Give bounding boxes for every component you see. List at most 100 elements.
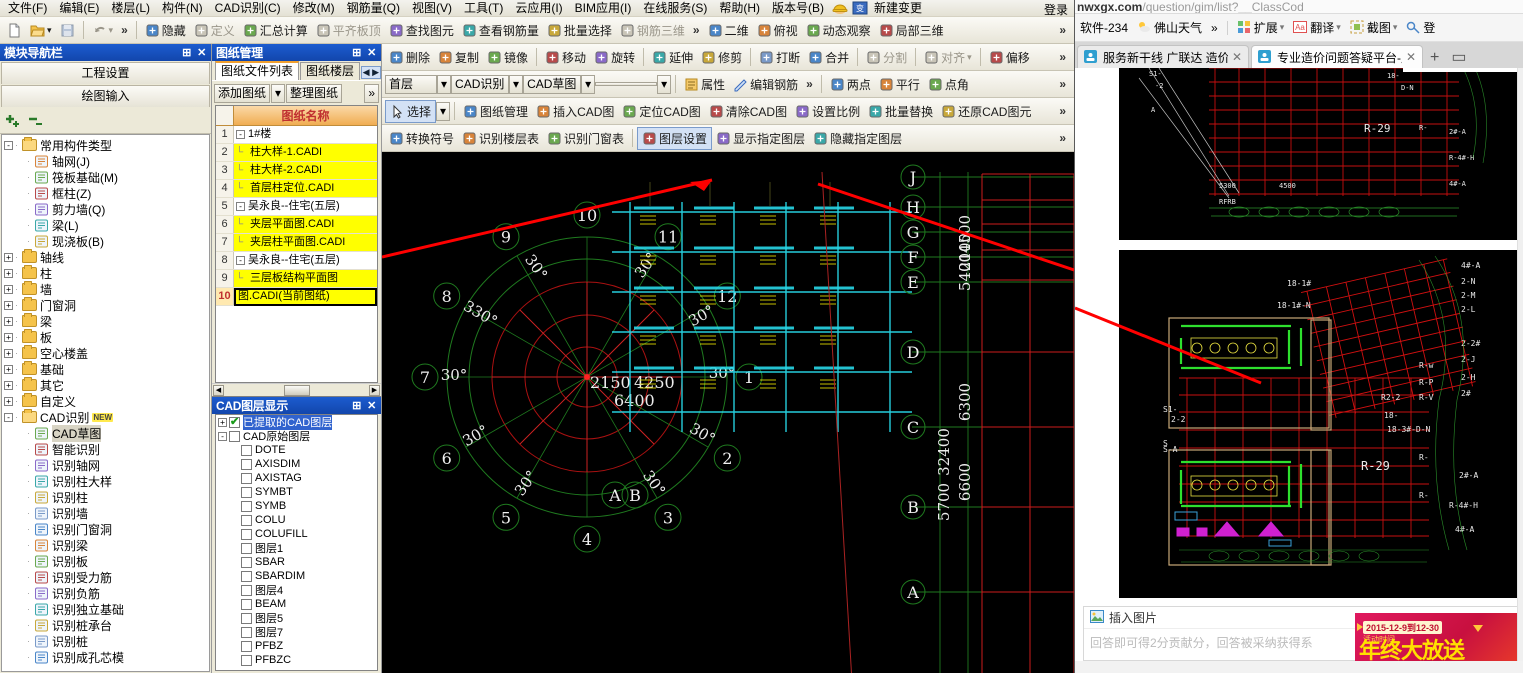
layer-row-14[interactable]: 图层5 xyxy=(216,611,377,625)
bookmark-item-weather[interactable]: 佛山天气 xyxy=(1134,18,1205,37)
cad-batch-replace-icon[interactable]: 批量替换 xyxy=(864,101,937,122)
nav-tree-item-11[interactable]: + · 梁 xyxy=(2,313,209,329)
new-tab-button[interactable]: + xyxy=(1425,48,1444,68)
layer-row-17[interactable]: PFBZC xyxy=(216,653,377,667)
drawing-row-2[interactable]: 3 └ 柱大样-2.CADI xyxy=(216,162,377,180)
view-orbit-icon[interactable]: 动态观察 xyxy=(802,20,875,41)
layer-row-13[interactable]: BEAM xyxy=(216,597,377,611)
tab-list-icon[interactable]: ▭ xyxy=(1446,48,1471,68)
nav-tree-item-16[interactable]: + · 自定义 xyxy=(2,393,209,409)
layer-row-16[interactable]: PFBZ xyxy=(216,639,377,653)
layer-checkbox[interactable] xyxy=(229,415,240,428)
browser-tab-1[interactable]: 专业造价问题答疑平台-广联 ✕ xyxy=(1251,45,1423,68)
modify-mirror-icon[interactable]: 镜像 xyxy=(483,47,532,68)
add-drawing-dropdown[interactable]: ▾ xyxy=(271,83,286,103)
expand-icon[interactable]: + xyxy=(218,417,227,427)
layer-checkbox[interactable] xyxy=(241,640,252,652)
toolbar-rebar-view-icon[interactable]: 查看钢筋量 xyxy=(458,20,543,41)
pin-icon[interactable]: ⊞ xyxy=(349,46,364,59)
ad-banner[interactable]: 2015-12-9到12-30 活动时间 年终大放送 xyxy=(1355,613,1523,661)
nav-tree-item-19[interactable]: · 智能识别 xyxy=(2,441,209,457)
expand-icon[interactable]: + xyxy=(4,332,13,342)
edit-rebar-button[interactable]: 编辑钢筋 xyxy=(729,74,802,95)
organize-drawing-button[interactable]: 整理图纸 xyxy=(286,83,343,103)
add-drawing-button[interactable]: 添加图纸 xyxy=(214,83,271,103)
close-tab-icon[interactable]: ✕ xyxy=(1232,50,1242,64)
expand-icon[interactable]: + xyxy=(4,284,13,294)
bookmark-item-software[interactable]: 软件-234 xyxy=(1077,18,1131,37)
cad-drawing-manager-icon[interactable]: 图纸管理 xyxy=(459,101,532,122)
expand-icon[interactable]: + xyxy=(4,252,13,262)
nav-tree-item-8[interactable]: + · 柱 xyxy=(2,265,209,281)
drawing-row-cell[interactable]: └ 三层板结构平面图 xyxy=(234,270,377,287)
nav-tree-item-4[interactable]: · 剪力墙(Q) xyxy=(2,201,209,217)
component-tree[interactable]: - · 常用构件类型 · 轴网(J) · 筏板基础(M) · 框柱(Z) · 剪力墙(Q) · 梁(L)… xyxy=(1,134,210,672)
layer-checkbox[interactable] xyxy=(241,654,252,666)
collapse-icon[interactable]: - xyxy=(236,202,245,211)
post-image-2[interactable]: 18-1# 18-1#-N R-29 R2-2 18- 18-3#-D-N R-w R-… xyxy=(1119,250,1523,598)
layer-row-12[interactable]: 图层4 xyxy=(216,583,377,597)
layer-row-15[interactable]: 图层7 xyxy=(216,625,377,639)
nav-tree-item-29[interactable]: · 识别独立基础 xyxy=(2,601,209,617)
cad-restore-cad-icon[interactable]: 还原CAD图元 xyxy=(937,101,1035,122)
extensions-button[interactable]: 扩展 ▾ xyxy=(1234,18,1288,37)
modify-move-icon[interactable]: 移动 xyxy=(541,47,590,68)
modify-break-icon[interactable]: 打断 xyxy=(755,47,804,68)
nav-tree-item-6[interactable]: · 现浇板(B) xyxy=(2,233,209,249)
menu-item-5[interactable]: 修改(M) xyxy=(287,0,341,16)
post-image-1[interactable]: S1- -2 A R-29 18- D-N R- 2#-A R-4#-H 4#-A 530… xyxy=(1119,68,1523,240)
drawing-row-cell[interactable]: └ 首层柱定位.CADI xyxy=(234,180,377,197)
menu-item-12[interactable]: 帮助(H) xyxy=(713,0,766,16)
modify-extend-icon[interactable]: 延伸 xyxy=(648,47,697,68)
expand-icon[interactable]: + xyxy=(4,268,13,278)
tab-drawing-floor[interactable]: 图纸楼层 xyxy=(300,62,361,80)
nav-tree-item-30[interactable]: · 识别桩承台 xyxy=(2,617,209,633)
pin-icon[interactable]: ⊞ xyxy=(179,46,194,59)
layer-row-0[interactable]: +已提取的CAD图层 xyxy=(216,415,377,430)
close-tab-icon[interactable]: ✕ xyxy=(1406,50,1416,64)
collapse-icon[interactable]: - xyxy=(4,140,13,150)
menu-item-9[interactable]: 云应用(I) xyxy=(509,0,568,16)
pin-icon[interactable]: ⊞ xyxy=(349,399,364,412)
drawing-row-3[interactable]: 4 └ 首层柱定位.CADI xyxy=(216,180,377,198)
nav-tree-item-14[interactable]: + · 基础 xyxy=(2,361,209,377)
nav-tree-item-13[interactable]: + · 空心楼盖 xyxy=(2,345,209,361)
address-bar[interactable]: nwxgx.com /question/gim/list?__ClassCod xyxy=(1075,0,1523,14)
nav-tree-item-21[interactable]: · 识别柱大样 xyxy=(2,473,209,489)
toolbar-rebar-3d-icon[interactable]: 钢筋三维 xyxy=(616,20,689,41)
drawing-row-9[interactable]: 10 图.CADI(当前图纸) xyxy=(216,287,377,306)
layer-row-1[interactable]: - CAD原始图层 xyxy=(216,429,377,443)
layer-checkbox[interactable] xyxy=(241,570,252,582)
menu-item-7[interactable]: 视图(V) xyxy=(406,0,458,16)
menu-item-0[interactable]: 文件(F) xyxy=(2,0,53,16)
layer-row-7[interactable]: COLU xyxy=(216,513,377,527)
layer-row-6[interactable]: SYMB xyxy=(216,499,377,513)
translate-button[interactable]: Aa 翻译 ▾ xyxy=(1290,18,1344,37)
align-dropdown-icon[interactable]: ▾ xyxy=(967,52,972,63)
layer-hide-layer-icon[interactable]: 隐藏指定图层 xyxy=(809,128,906,149)
toolbar-batch-select-icon[interactable]: 批量选择 xyxy=(543,20,616,41)
nav-tree-item-24[interactable]: · 识别门窗洞 xyxy=(2,521,209,537)
collapse-icon[interactable]: - xyxy=(236,130,245,139)
drawing-row-1[interactable]: 2 └ 柱大样-1.CADI xyxy=(216,144,377,162)
layer-checkbox[interactable] xyxy=(241,444,252,456)
nav-tree-item-1[interactable]: · 轴网(J) xyxy=(2,153,209,169)
toolbar-overflow-2[interactable]: » xyxy=(1055,50,1070,64)
collapse-icon[interactable]: - xyxy=(4,412,13,422)
expand-icon[interactable]: + xyxy=(4,396,13,406)
drawing-row-6[interactable]: 7 └ 夹层柱平面图.CADI xyxy=(216,234,377,252)
scroll-thumb[interactable] xyxy=(283,384,310,396)
drawing-grid-hscrollbar[interactable]: ◀ ▶ xyxy=(212,383,381,396)
sub-select-arrow[interactable]: ▾ xyxy=(581,74,596,94)
menu-item-6[interactable]: 钢筋量(Q) xyxy=(341,0,406,16)
sub-select[interactable]: CAD草图 xyxy=(523,74,582,94)
select-tool-dropdown[interactable]: ▾ xyxy=(436,101,451,121)
layer-layer-settings-icon[interactable]: 图层设置 xyxy=(637,126,713,150)
blank-select-arrow[interactable]: ▾ xyxy=(657,74,672,94)
drawing-row-cell[interactable]: - 吴永良--住宅(五层) xyxy=(234,198,377,215)
floor-select[interactable]: 首层 xyxy=(385,74,437,94)
scroll-right-icon[interactable]: ▶ xyxy=(369,384,380,396)
layer-row-4[interactable]: AXISTAG xyxy=(216,471,377,485)
layer-checkbox[interactable] xyxy=(229,430,240,442)
toolbar-overflow-1b[interactable]: » xyxy=(689,23,704,37)
